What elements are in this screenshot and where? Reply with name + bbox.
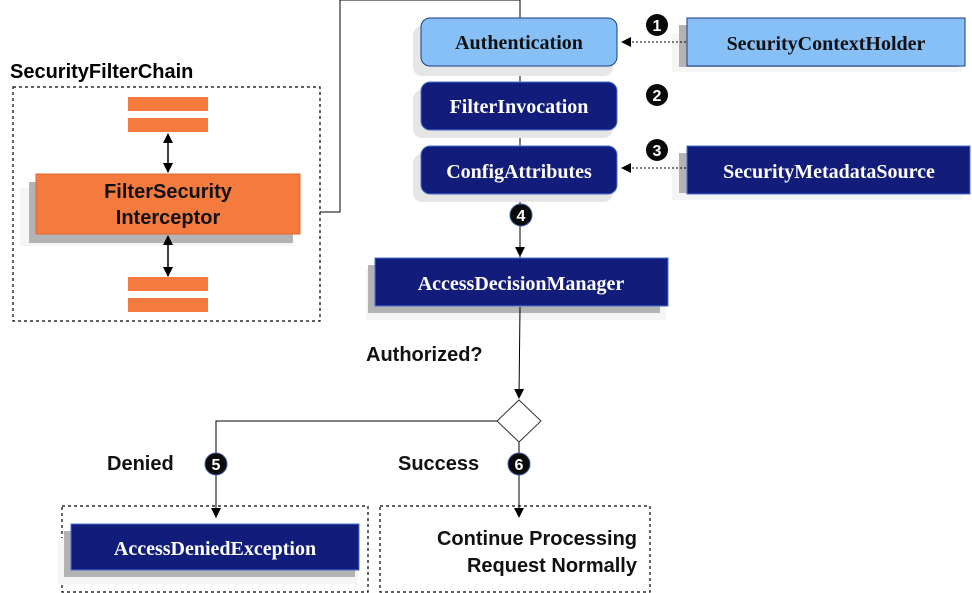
access-decision-manager-label: AccessDecisionManager: [418, 273, 625, 295]
step-badge-3-number: 3: [653, 143, 662, 160]
filter-invocation-label: FilterInvocation: [450, 96, 589, 118]
config-attributes-label: ConfigAttributes: [446, 161, 592, 183]
continue-label-line1: Continue Processing: [437, 528, 637, 550]
diagram-canvas: SecurityFilterChain FilterSecurity Inter…: [0, 0, 972, 593]
step-badge-4: 4: [509, 203, 533, 227]
step-badge-6-number: 6: [515, 457, 524, 474]
step-badge-4-number: 4: [517, 208, 526, 225]
authentication-label: Authentication: [455, 32, 583, 54]
step-badge-3: 3: [646, 139, 668, 161]
step-badge-6: 6: [507, 452, 531, 476]
security-filter-chain-title: SecurityFilterChain: [10, 61, 193, 83]
step-badge-5-number: 5: [212, 457, 221, 474]
step-badge-1: 1: [646, 14, 668, 36]
interceptor-label-line2: Interceptor: [116, 207, 221, 229]
step-badge-5: 5: [204, 452, 228, 476]
access-denied-exception-label: AccessDeniedException: [114, 538, 316, 560]
interceptor-label-line1: FilterSecurity: [104, 181, 233, 203]
denied-label: Denied: [107, 453, 174, 475]
step-badge-2-number: 2: [653, 88, 662, 105]
continue-label-line2: Request Normally: [467, 555, 638, 577]
filter-bar: [128, 277, 208, 291]
step-badge-2: 2: [646, 84, 668, 106]
decision-diamond: [496, 399, 542, 443]
success-label: Success: [398, 453, 479, 475]
filter-bar: [128, 298, 208, 312]
filter-security-interceptor-diagram: SecurityFilterChain FilterSecurity Inter…: [10, 0, 971, 593]
step-badge-1-number: 1: [653, 18, 662, 35]
authorized-label: Authorized?: [366, 344, 483, 366]
arrow-to-decision: [514, 306, 525, 399]
filter-bar: [128, 118, 208, 132]
security-context-holder-label: SecurityContextHolder: [727, 33, 926, 55]
security-metadata-source-label: SecurityMetadataSource: [723, 161, 935, 183]
filter-bar: [128, 97, 208, 111]
